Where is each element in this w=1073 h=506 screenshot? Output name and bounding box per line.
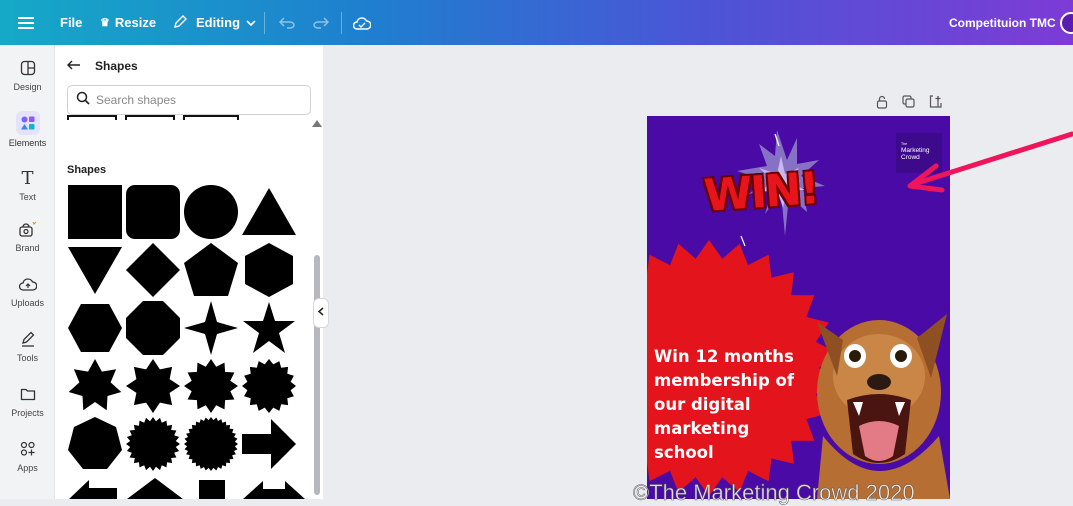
editing-label: Editing	[196, 15, 241, 30]
back-arrow-icon[interactable]	[67, 57, 81, 75]
layout-icon	[17, 57, 39, 79]
panel-header: Shapes	[67, 57, 138, 75]
shapes-section-label: Shapes	[67, 164, 107, 176]
rail-item-apps[interactable]: Apps	[0, 438, 55, 488]
collapse-panel-button[interactable]	[313, 298, 329, 328]
avatar[interactable]	[1060, 0, 1073, 45]
rail-label: Uploads	[10, 298, 45, 308]
arrow-right-shape[interactable]	[241, 416, 297, 472]
win-headline: WIN!	[702, 163, 820, 222]
elements-icon	[15, 111, 40, 135]
hexagon-flat-shape[interactable]	[67, 300, 123, 356]
rail-item-text[interactable]: T Text	[0, 167, 55, 217]
redo-icon[interactable]	[313, 0, 329, 45]
rounded-square-shape[interactable]	[125, 184, 181, 240]
rail-label: Text	[19, 192, 36, 202]
panel-title: Shapes	[95, 59, 138, 73]
file-menu[interactable]: File	[60, 0, 82, 45]
editing-mode-button[interactable]: Editing	[173, 0, 256, 45]
hexagon-shape[interactable]	[241, 242, 297, 298]
brand-icon	[17, 218, 39, 240]
star-5-shape[interactable]	[241, 300, 297, 356]
top-bar: File ♛ Resize Editing Competituion TMC	[0, 0, 1073, 45]
star-16-shape[interactable]	[241, 358, 297, 414]
previous-shapes-row	[67, 115, 239, 120]
divider	[341, 12, 342, 34]
starburst-32-shape[interactable]	[183, 416, 239, 472]
star-8-shape[interactable]	[125, 358, 181, 414]
lock-icon[interactable]	[876, 95, 888, 114]
text-icon: T	[21, 167, 34, 189]
resize-button[interactable]: ♛ Resize	[100, 0, 156, 45]
left-rail: Design Elements T Text Brand Uploads Too…	[0, 45, 55, 499]
rail-item-design[interactable]: Design	[0, 57, 55, 107]
folder-icon	[17, 383, 39, 405]
crown-icon: ♛	[100, 17, 110, 29]
rail-label: Elements	[8, 138, 47, 148]
star-4-shape[interactable]	[183, 300, 239, 356]
rail-item-projects[interactable]: Projects	[0, 383, 55, 433]
chevron-left-icon	[317, 307, 324, 319]
rail-item-uploads[interactable]: Uploads	[0, 273, 55, 323]
triangle-shape[interactable]	[241, 184, 297, 240]
resize-label: Resize	[114, 15, 157, 30]
circle-shape[interactable]	[183, 184, 239, 240]
upload-cloud-icon	[17, 273, 39, 295]
panel-scrollbar[interactable]	[314, 255, 320, 495]
next-shapes-row	[69, 478, 305, 499]
search-icon	[76, 91, 90, 110]
watermark: ©The Marketing Crowd 2020	[633, 480, 915, 506]
apps-icon	[17, 438, 39, 460]
octagon-shape[interactable]	[125, 300, 181, 356]
pen-icon	[17, 328, 39, 350]
rail-label: Tools	[16, 353, 38, 363]
heptagon-shape[interactable]	[67, 416, 123, 472]
scroll-up-arrow[interactable]	[312, 120, 322, 127]
search-input[interactable]	[96, 93, 286, 107]
square-shape[interactable]	[67, 184, 123, 240]
project-title[interactable]: Competituion TMC	[949, 0, 1056, 45]
annotation-arrow	[907, 131, 1073, 193]
star-12-shape[interactable]	[183, 358, 239, 414]
rail-item-tools[interactable]: Tools	[0, 328, 55, 378]
star-7-shape[interactable]	[67, 358, 123, 414]
pencil-icon	[173, 14, 188, 32]
rail-item-elements[interactable]: Elements	[0, 111, 55, 161]
triangle-down-shape[interactable]	[67, 242, 123, 298]
promo-text: Win 12 months membership of our digital …	[654, 347, 795, 462]
starburst-24-shape[interactable]	[125, 416, 181, 472]
undo-icon[interactable]	[279, 0, 295, 45]
chevron-down-icon	[246, 15, 256, 30]
rail-label: Brand	[15, 243, 40, 253]
rail-item-brand[interactable]: Brand	[0, 218, 55, 268]
divider	[264, 12, 265, 34]
rail-label: Apps	[17, 463, 38, 473]
shapes-panel: Shapes Shapes	[55, 45, 323, 499]
diamond-shape[interactable]	[125, 242, 181, 298]
cloud-saved-icon[interactable]	[353, 0, 371, 45]
menu-icon[interactable]	[18, 0, 34, 45]
rail-label: Design	[13, 82, 42, 92]
pentagon-shape[interactable]	[183, 242, 239, 298]
rail-label: Projects	[11, 408, 44, 418]
search-box[interactable]	[67, 85, 311, 115]
